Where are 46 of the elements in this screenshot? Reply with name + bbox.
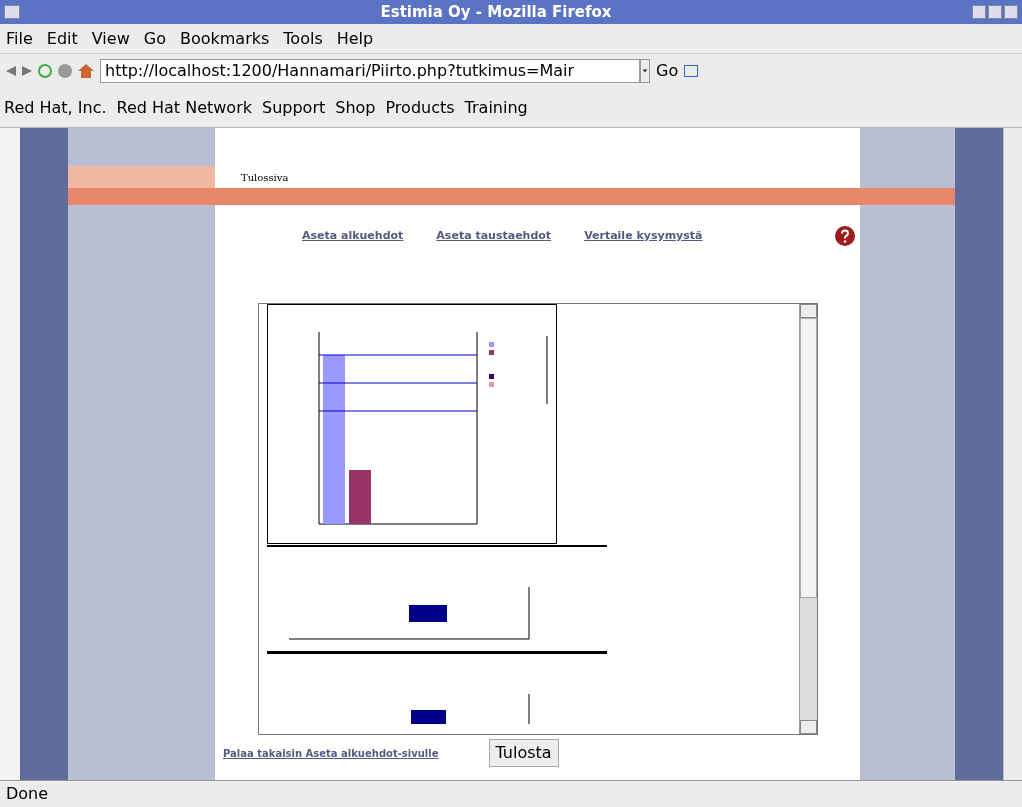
close-button[interactable] [1004,5,1018,19]
bookmark-item[interactable]: Shop [335,95,376,120]
go-button[interactable]: Go [656,59,679,83]
maximize-button[interactable] [988,5,1002,19]
print-button[interactable]: Tulosta [488,739,559,767]
bookmark-item[interactable]: Support [262,95,326,120]
page-scrollbar[interactable] [1003,128,1022,780]
nav-link[interactable]: Vertaile kysymystä [584,227,703,245]
nav-link[interactable]: Aseta taustaehdot [436,227,552,245]
window-title: Estimia Oy - Mozilla Firefox [379,1,613,23]
menu-item[interactable]: Tools [283,26,323,51]
legend-border [546,335,548,405]
bookmark-item[interactable]: Products [385,95,455,120]
window-menu-button[interactable] [4,5,20,19]
chart-bar [411,710,446,724]
bookmark-item[interactable]: Red Hat Network [116,95,252,120]
chart-axis [528,693,530,724]
menu-item[interactable]: Edit [46,26,78,51]
scrollbar[interactable] [799,304,817,734]
help-icon[interactable] [835,226,855,246]
address-field[interactable]: http://localhost:1200/Hannamari/Piirto.php?tutkimus=Mair [100,59,640,83]
menu-item[interactable]: Bookmarks [179,26,270,51]
legend-swatch [489,342,494,347]
forward-icon[interactable] [22,66,32,76]
stop-icon[interactable] [58,64,72,78]
legend-swatch [489,350,494,355]
minimize-button[interactable] [972,5,986,19]
back-icon[interactable] [6,66,16,76]
page-heading: Tulossiva [241,170,289,185]
menu-item[interactable]: Go [143,26,166,51]
home-icon[interactable] [78,64,94,78]
reload-icon[interactable] [38,64,52,78]
menu-item[interactable]: File [6,26,33,51]
bookmark-item[interactable]: Training [464,95,528,120]
search-engine-icon[interactable] [684,65,699,77]
legend-swatch [489,374,494,379]
legend-swatch [489,382,494,387]
chart-bar [409,605,447,622]
nav-link[interactable]: Aseta alkuehdot [302,227,404,245]
dropdown-icon[interactable] [640,59,650,83]
back-link[interactable]: Palaa takaisin Aseta alkuehdot-sivulle [223,745,439,761]
menu-item[interactable]: View [91,26,130,51]
chart-bar [349,470,371,524]
bookmark-item[interactable]: Red Hat, Inc. [4,95,107,120]
status-text: Done [6,783,49,805]
menu-item[interactable]: Help [336,26,374,51]
